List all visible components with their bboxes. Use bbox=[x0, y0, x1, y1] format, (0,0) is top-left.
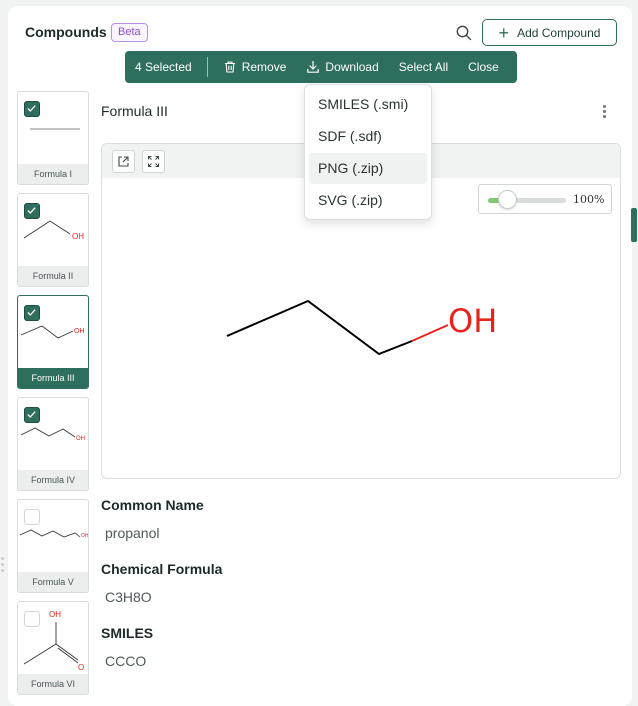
smiles-label: SMILES bbox=[101, 625, 154, 641]
page-title: Compounds bbox=[25, 24, 107, 40]
side-drawer-handle[interactable] bbox=[631, 208, 637, 242]
search-icon[interactable] bbox=[455, 24, 473, 42]
atom-label: OH bbox=[72, 232, 84, 241]
compound-thumb-formula-ii[interactable]: OH Formula II bbox=[17, 193, 89, 287]
resize-grip[interactable] bbox=[1, 554, 5, 580]
common-name-value: propanol bbox=[105, 525, 160, 541]
download-menu: SMILES (.smi) SDF (.sdf) PNG (.zip) SVG … bbox=[304, 84, 432, 220]
smiles-value: CCCO bbox=[105, 653, 147, 669]
close-button[interactable]: Close bbox=[458, 51, 509, 83]
compound-thumb-formula-iv[interactable]: OH Formula IV bbox=[17, 397, 89, 491]
download-option-sdf[interactable]: SDF (.sdf) bbox=[309, 121, 427, 152]
select-all-button[interactable]: Select All bbox=[389, 51, 458, 83]
compound-label: Formula II bbox=[18, 266, 88, 286]
add-compound-button[interactable]: + Add Compound bbox=[482, 19, 617, 46]
external-link-icon bbox=[118, 156, 129, 167]
download-button[interactable]: Download bbox=[296, 51, 388, 83]
compound-title: Formula III bbox=[101, 103, 168, 119]
molecule-structure: OH bbox=[226, 299, 497, 356]
atom-label: O bbox=[78, 663, 84, 672]
molecule-thumbnail: OH bbox=[20, 325, 85, 339]
atom-label: OH bbox=[76, 436, 85, 442]
molecule-thumbnail: OH bbox=[23, 220, 84, 241]
download-option-smiles[interactable]: SMILES (.smi) bbox=[309, 89, 427, 120]
fullscreen-button[interactable] bbox=[142, 150, 165, 173]
compound-thumb-formula-iii[interactable]: OH Formula III bbox=[17, 295, 89, 389]
compound-thumb-formula-i[interactable]: Formula I bbox=[17, 91, 89, 185]
compound-label: Formula III bbox=[18, 368, 88, 388]
download-icon bbox=[307, 60, 320, 73]
molecule-thumbnail: OH bbox=[19, 529, 89, 539]
selection-toolbar: 4 Selected Remove Download Select All Cl… bbox=[125, 51, 517, 83]
download-option-png[interactable]: PNG (.zip) bbox=[309, 153, 427, 184]
chemical-formula-value: C3H8O bbox=[105, 589, 152, 605]
atom-label: OH bbox=[81, 533, 89, 539]
compound-thumb-formula-vi[interactable]: OH O Formula VI bbox=[17, 601, 89, 695]
zoom-slider-handle[interactable] bbox=[498, 190, 517, 209]
beta-badge: Beta bbox=[111, 23, 148, 42]
compound-label: Formula V bbox=[18, 572, 88, 592]
open-external-button[interactable] bbox=[112, 150, 135, 173]
molecule-thumbnail: OH O bbox=[23, 610, 84, 672]
more-options-icon[interactable] bbox=[598, 102, 610, 120]
trash-icon bbox=[224, 61, 235, 73]
molecule-thumbnail bbox=[30, 128, 80, 130]
compound-thumb-formula-v[interactable]: OH Formula V bbox=[17, 499, 89, 593]
zoom-control: 100% bbox=[478, 184, 612, 214]
expand-icon bbox=[148, 156, 159, 167]
plus-icon: + bbox=[498, 22, 510, 43]
selected-count: 4 Selected bbox=[135, 60, 192, 74]
compound-label: Formula IV bbox=[18, 470, 88, 490]
zoom-percent: 100% bbox=[573, 193, 605, 206]
download-option-svg[interactable]: SVG (.zip) bbox=[309, 185, 427, 216]
compound-label: Formula VI bbox=[18, 674, 88, 694]
common-name-label: Common Name bbox=[101, 497, 204, 513]
toolbar-divider bbox=[206, 57, 208, 77]
atom-label: OH bbox=[448, 302, 497, 340]
compound-label: Formula I bbox=[18, 164, 88, 184]
chemical-formula-label: Chemical Formula bbox=[101, 561, 223, 577]
atom-label: OH bbox=[49, 610, 61, 619]
atom-label: OH bbox=[74, 328, 85, 335]
molecule-thumbnail: OH bbox=[20, 427, 85, 442]
remove-button[interactable]: Remove bbox=[213, 51, 297, 83]
add-compound-label: Add Compound bbox=[517, 25, 601, 40]
